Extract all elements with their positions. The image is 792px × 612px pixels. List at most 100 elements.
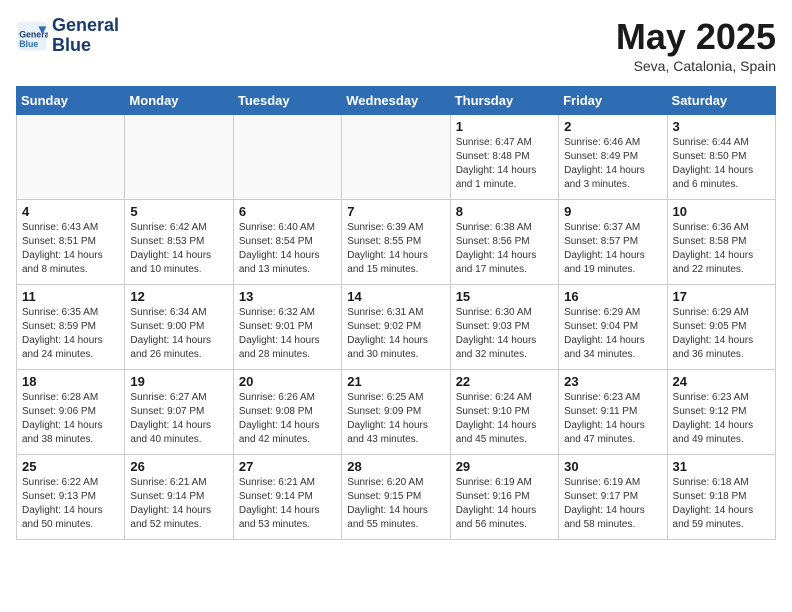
table-row: 12 Sunrise: 6:34 AM Sunset: 9:00 PM Dayli…: [125, 285, 233, 370]
table-row: 24 Sunrise: 6:23 AM Sunset: 9:12 PM Dayli…: [667, 370, 775, 455]
day-info: Sunrise: 6:44 AM Sunset: 8:50 PM Dayligh…: [673, 136, 770, 192]
day-number: 19: [130, 374, 227, 389]
day-info: Sunrise: 6:23 AM Sunset: 9:12 PM Dayligh…: [673, 391, 770, 447]
table-row: 29 Sunrise: 6:19 AM Sunset: 9:16 PM Dayli…: [450, 455, 558, 540]
table-row: 22 Sunrise: 6:24 AM Sunset: 9:10 PM Dayli…: [450, 370, 558, 455]
table-row: 15 Sunrise: 6:30 AM Sunset: 9:03 PM Dayli…: [450, 285, 558, 370]
table-row: [125, 115, 233, 200]
day-info: Sunrise: 6:18 AM Sunset: 9:18 PM Dayligh…: [673, 476, 770, 532]
day-info: Sunrise: 6:46 AM Sunset: 8:49 PM Dayligh…: [564, 136, 661, 192]
table-row: 16 Sunrise: 6:29 AM Sunset: 9:04 PM Dayli…: [559, 285, 667, 370]
table-row: 31 Sunrise: 6:18 AM Sunset: 9:18 PM Dayli…: [667, 455, 775, 540]
day-number: 31: [673, 459, 770, 474]
day-info: Sunrise: 6:37 AM Sunset: 8:57 PM Dayligh…: [564, 221, 661, 277]
day-info: Sunrise: 6:38 AM Sunset: 8:56 PM Dayligh…: [456, 221, 553, 277]
calendar-row: 4 Sunrise: 6:43 AM Sunset: 8:51 PM Daylig…: [17, 200, 776, 285]
header-sunday: Sunday: [17, 87, 125, 115]
day-number: 24: [673, 374, 770, 389]
table-row: 27Sunrise: 6:21 AM Sunset: 9:14 PM Dayli…: [233, 455, 341, 540]
header-monday: Monday: [125, 87, 233, 115]
table-row: 23 Sunrise: 6:23 AM Sunset: 9:11 PM Dayli…: [559, 370, 667, 455]
table-row: 30 Sunrise: 6:19 AM Sunset: 9:17 PM Dayli…: [559, 455, 667, 540]
day-info: Sunrise: 6:34 AM Sunset: 9:00 PM Dayligh…: [130, 306, 227, 362]
day-info: Sunrise: 6:19 AM Sunset: 9:17 PM Dayligh…: [564, 476, 661, 532]
day-info: Sunrise: 6:29 AM Sunset: 9:04 PM Dayligh…: [564, 306, 661, 362]
day-number: 14: [347, 289, 444, 304]
day-number: 29: [456, 459, 553, 474]
table-row: 5 Sunrise: 6:42 AM Sunset: 8:53 PM Daylig…: [125, 200, 233, 285]
day-info: Sunrise: 6:43 AM Sunset: 8:51 PM Dayligh…: [22, 221, 119, 277]
day-info: Sunrise: 6:23 AM Sunset: 9:11 PM Dayligh…: [564, 391, 661, 447]
table-row: 18 Sunrise: 6:28 AM Sunset: 9:06 PM Dayli…: [17, 370, 125, 455]
day-number: 17: [673, 289, 770, 304]
calendar-table: Sunday Monday Tuesday Wednesday Thursday…: [16, 86, 776, 540]
table-row: 11Sunrise: 6:35 AM Sunset: 8:59 PM Dayli…: [17, 285, 125, 370]
day-number: 28: [347, 459, 444, 474]
location: Seva, Catalonia, Spain: [616, 58, 776, 74]
day-number: 12: [130, 289, 227, 304]
header-friday: Friday: [559, 87, 667, 115]
day-number: 5: [130, 204, 227, 219]
day-number: 6: [239, 204, 336, 219]
day-number: 4: [22, 204, 119, 219]
day-info: Sunrise: 6:30 AM Sunset: 9:03 PM Dayligh…: [456, 306, 553, 362]
calendar-row: 25 Sunrise: 6:22 AM Sunset: 9:13 PM Dayli…: [17, 455, 776, 540]
table-row: 3 Sunrise: 6:44 AM Sunset: 8:50 PM Daylig…: [667, 115, 775, 200]
table-row: 17 Sunrise: 6:29 AM Sunset: 9:05 PM Dayli…: [667, 285, 775, 370]
calendar-row: 1Sunrise: 6:47 AM Sunset: 8:48 PM Daylig…: [17, 115, 776, 200]
day-number: 30: [564, 459, 661, 474]
table-row: 20 Sunrise: 6:26 AM Sunset: 9:08 PM Dayli…: [233, 370, 341, 455]
header-thursday: Thursday: [450, 87, 558, 115]
calendar-row: 18 Sunrise: 6:28 AM Sunset: 9:06 PM Dayli…: [17, 370, 776, 455]
table-row: 10Sunrise: 6:36 AM Sunset: 8:58 PM Dayli…: [667, 200, 775, 285]
day-number: 15: [456, 289, 553, 304]
day-number: 25: [22, 459, 119, 474]
header-tuesday: Tuesday: [233, 87, 341, 115]
day-number: 9: [564, 204, 661, 219]
day-info: Sunrise: 6:24 AM Sunset: 9:10 PM Dayligh…: [456, 391, 553, 447]
table-row: 9 Sunrise: 6:37 AM Sunset: 8:57 PM Daylig…: [559, 200, 667, 285]
day-info: Sunrise: 6:42 AM Sunset: 8:53 PM Dayligh…: [130, 221, 227, 277]
title-area: May 2025 Seva, Catalonia, Spain: [616, 16, 776, 74]
logo-text: General Blue: [52, 16, 119, 56]
svg-text:Blue: Blue: [19, 39, 38, 49]
day-number: 16: [564, 289, 661, 304]
day-number: 22: [456, 374, 553, 389]
day-info: Sunrise: 6:29 AM Sunset: 9:05 PM Dayligh…: [673, 306, 770, 362]
table-row: [17, 115, 125, 200]
table-row: 25 Sunrise: 6:22 AM Sunset: 9:13 PM Dayli…: [17, 455, 125, 540]
table-row: 21Sunrise: 6:25 AM Sunset: 9:09 PM Dayli…: [342, 370, 450, 455]
day-info: Sunrise: 6:26 AM Sunset: 9:08 PM Dayligh…: [239, 391, 336, 447]
day-number: 18: [22, 374, 119, 389]
day-info: Sunrise: 6:25 AM Sunset: 9:09 PM Dayligh…: [347, 391, 444, 447]
table-row: 4 Sunrise: 6:43 AM Sunset: 8:51 PM Daylig…: [17, 200, 125, 285]
day-number: 3: [673, 119, 770, 134]
day-info: Sunrise: 6:19 AM Sunset: 9:16 PM Dayligh…: [456, 476, 553, 532]
day-info: Sunrise: 6:47 AM Sunset: 8:48 PM Dayligh…: [456, 136, 553, 192]
table-row: 6 Sunrise: 6:40 AM Sunset: 8:54 PM Daylig…: [233, 200, 341, 285]
table-row: [233, 115, 341, 200]
day-number: 7: [347, 204, 444, 219]
header-wednesday: Wednesday: [342, 87, 450, 115]
header-saturday: Saturday: [667, 87, 775, 115]
day-info: Sunrise: 6:28 AM Sunset: 9:06 PM Dayligh…: [22, 391, 119, 447]
table-row: 8Sunrise: 6:38 AM Sunset: 8:56 PM Daylig…: [450, 200, 558, 285]
day-info: Sunrise: 6:40 AM Sunset: 8:54 PM Dayligh…: [239, 221, 336, 277]
table-row: [342, 115, 450, 200]
day-number: 23: [564, 374, 661, 389]
logo: General Blue General Blue: [16, 16, 119, 56]
day-number: 11: [22, 289, 119, 304]
day-info: Sunrise: 6:22 AM Sunset: 9:13 PM Dayligh…: [22, 476, 119, 532]
day-info: Sunrise: 6:20 AM Sunset: 9:15 PM Dayligh…: [347, 476, 444, 532]
day-info: Sunrise: 6:31 AM Sunset: 9:02 PM Dayligh…: [347, 306, 444, 362]
table-row: 14 Sunrise: 6:31 AM Sunset: 9:02 PM Dayli…: [342, 285, 450, 370]
day-number: 20: [239, 374, 336, 389]
day-info: Sunrise: 6:21 AM Sunset: 9:14 PM Dayligh…: [130, 476, 227, 532]
day-number: 10: [673, 204, 770, 219]
day-info: Sunrise: 6:32 AM Sunset: 9:01 PM Dayligh…: [239, 306, 336, 362]
day-number: 27: [239, 459, 336, 474]
month-title: May 2025: [616, 16, 776, 58]
table-row: 2Sunrise: 6:46 AM Sunset: 8:49 PM Daylig…: [559, 115, 667, 200]
table-row: 7Sunrise: 6:39 AM Sunset: 8:55 PM Daylig…: [342, 200, 450, 285]
day-info: Sunrise: 6:27 AM Sunset: 9:07 PM Dayligh…: [130, 391, 227, 447]
